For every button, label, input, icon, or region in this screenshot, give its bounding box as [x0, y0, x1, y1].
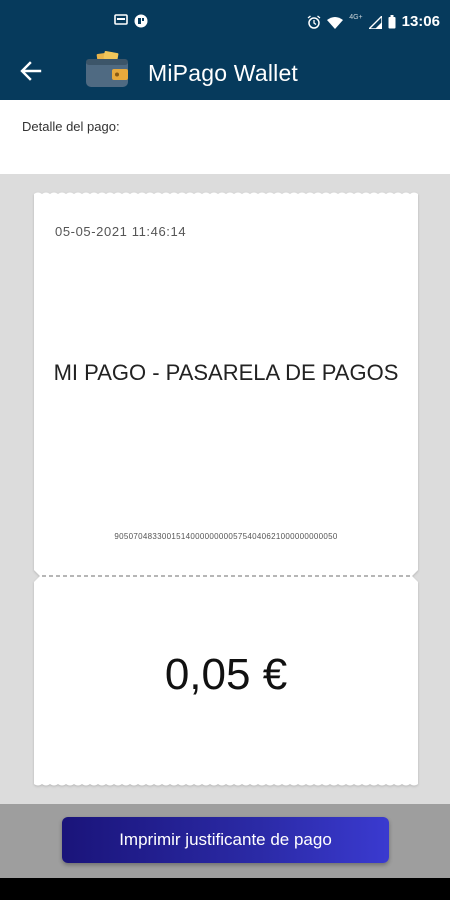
receipt-paper	[34, 192, 418, 786]
wallet-icon	[86, 51, 128, 87]
receipt-date: 05-05-2021 11:46:14	[55, 224, 187, 239]
receipt-amount: 0,05 €	[164, 650, 288, 699]
wifi-icon	[327, 16, 344, 29]
navigation-bar	[0, 878, 450, 900]
print-receipt-button[interactable]: Imprimir justificante de pago	[62, 817, 389, 863]
receipt-code: 9050704833001514000000000575404062100000…	[114, 532, 338, 541]
status-right-icons: 4G+ 13:06	[307, 12, 440, 32]
battery-icon	[388, 15, 396, 29]
back-arrow-icon[interactable]	[20, 61, 42, 81]
status-left-icons	[114, 14, 148, 28]
status-bar: 4G+ 13:06	[0, 0, 450, 44]
app-notification-icon	[134, 14, 148, 28]
receipt-title: MI PAGO - PASARELA DE PAGOS	[53, 360, 399, 385]
signal-icon	[368, 15, 382, 29]
cast-icon	[114, 14, 128, 25]
app-title: MiPago Wallet	[148, 60, 299, 86]
app-bar: MiPago Wallet	[0, 44, 450, 100]
network-type-label: 4G+	[349, 13, 363, 21]
alarm-icon	[307, 15, 321, 29]
status-time: 13:06	[401, 13, 440, 30]
detail-label: Detalle del pago:	[22, 119, 120, 134]
